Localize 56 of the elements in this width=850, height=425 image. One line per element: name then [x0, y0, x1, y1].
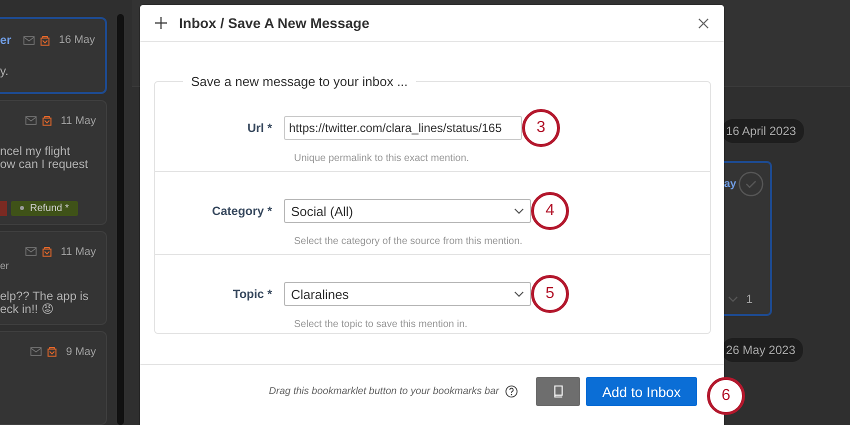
message-date: 11 May: [60, 246, 96, 258]
envelope-icon: [24, 246, 37, 258]
chevron-down-icon: [514, 290, 524, 298]
field-label: Url *: [246, 121, 273, 135]
scrollbar[interactable]: [117, 14, 124, 425]
form-legend: Save a new message to your inbox ...: [183, 74, 416, 89]
message-date: 11 May: [60, 114, 96, 127]
tag-edge: [0, 200, 7, 216]
message-text: ncel my flight: [0, 144, 72, 158]
tag: Refund *: [11, 200, 78, 216]
message-subtitle: er: [0, 260, 10, 272]
dialog-title: Inbox / Save A New Message: [179, 15, 370, 31]
bag-icon: [46, 346, 58, 358]
message-card[interactable]: 11 May ncel my flight ow can I request Refund *: [0, 100, 107, 225]
message-date: 16 May: [58, 34, 95, 46]
bag-icon: [40, 246, 53, 258]
chevron-down-icon: [514, 208, 524, 214]
dropdown-field[interactable]: Claralines: [284, 282, 531, 306]
sender-name: er: [0, 33, 12, 47]
date-pill: 26 May 2023: [722, 338, 804, 362]
url-field[interactable]: https://twitter.com/clara_lines/status/165: [284, 116, 522, 140]
field-help-text: Select the category of the source from this mention.: [294, 236, 524, 247]
bag-icon: [40, 115, 53, 126]
message-date: 9 May: [66, 346, 96, 358]
date-pill: 16 April 2023: [722, 119, 804, 143]
step-number-badge: 5: [531, 275, 569, 313]
message-card[interactable]: er 16 May y.: [0, 17, 107, 94]
message-text: y.: [0, 65, 10, 78]
message-text: eck in!! 😡: [0, 302, 55, 316]
dropdown-field[interactable]: Social (All): [284, 199, 531, 223]
envelope-icon: [30, 346, 42, 358]
bookmarklet-hint: Drag this bookmarklet button to your bookmarks bar: [268, 386, 499, 397]
message-text: elp?? The app is: [0, 290, 90, 303]
help-icon[interactable]: [505, 385, 518, 398]
message-text: ow can I request: [0, 158, 90, 171]
message-card[interactable]: 11 May er elp?? The app is eck in!! 😡: [0, 230, 107, 325]
envelope-icon: [24, 115, 37, 126]
message-card[interactable]: 9 May: [0, 330, 107, 425]
close-icon[interactable]: [698, 18, 709, 28]
step-number-badge: 6: [707, 377, 745, 415]
add-to-inbox-button[interactable]: Add to Inbox: [586, 377, 697, 406]
bookmarklet-button[interactable]: [536, 377, 580, 406]
field-help-text: Select the topic to save this mention in.: [294, 319, 468, 330]
envelope-icon: [22, 34, 35, 46]
field-label: Topic *: [232, 287, 273, 301]
dot-icon: [20, 206, 24, 210]
field-label: Category *: [210, 204, 273, 218]
book-icon: [552, 385, 564, 398]
check-circle-icon[interactable]: [738, 171, 764, 197]
field-help-text: Unique permalink to this exact mention.: [294, 153, 470, 164]
step-number-badge: 3: [522, 109, 560, 147]
reply-count: 1: [746, 292, 753, 306]
author-name: ay: [724, 178, 736, 190]
plus-icon: [155, 17, 167, 29]
bag-icon: [38, 34, 51, 46]
step-number-badge: 4: [531, 192, 569, 230]
